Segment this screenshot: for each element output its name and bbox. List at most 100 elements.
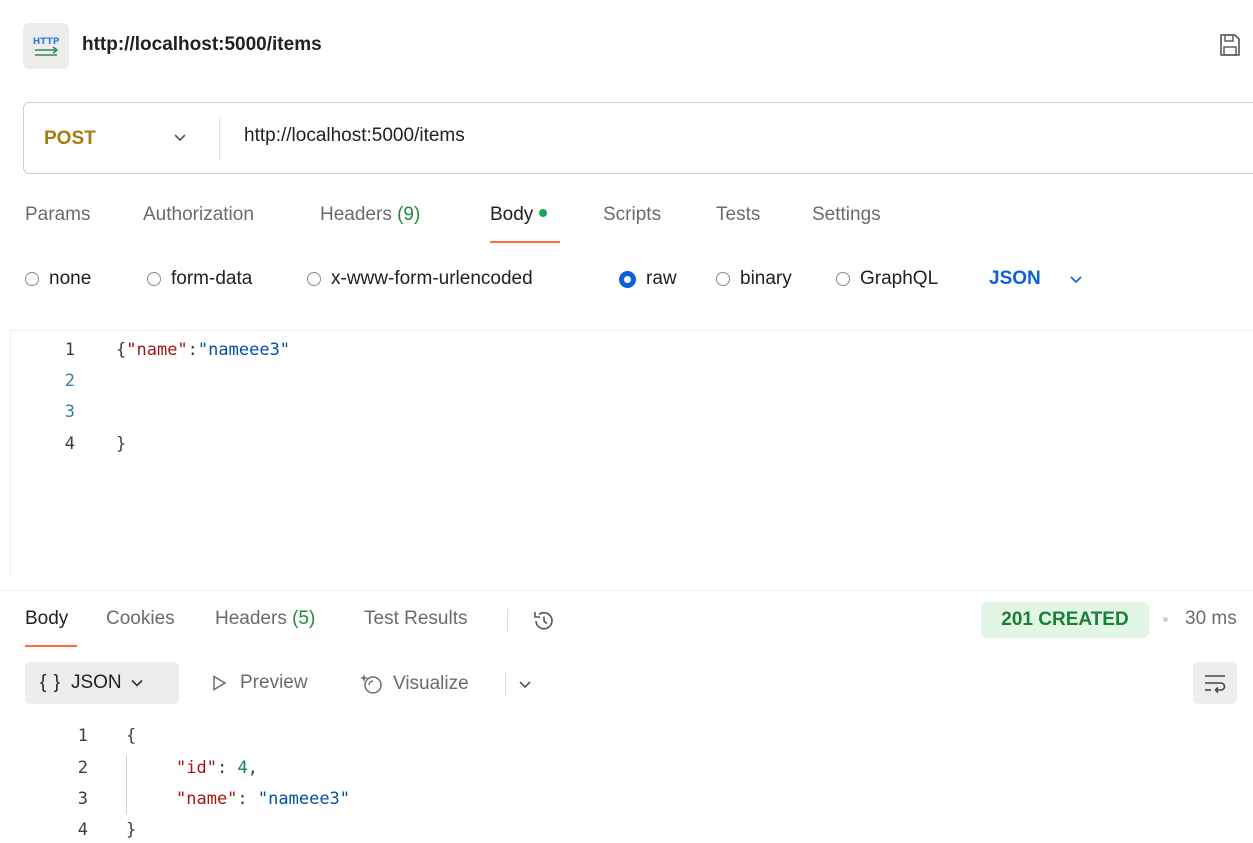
code-brace: } (116, 434, 127, 454)
tab-settings[interactable]: Settings (812, 204, 881, 226)
tab-label: Cookies (106, 608, 175, 629)
status-badge[interactable]: 201 CREATED (981, 602, 1149, 638)
tab-label: Settings (812, 204, 881, 225)
code-key: "name" (126, 340, 188, 360)
line-number: 2 (77, 758, 88, 778)
response-time[interactable]: 30 ms (1185, 608, 1237, 630)
radio-form-data[interactable]: form-data (147, 268, 252, 290)
code-key: "id" (176, 758, 217, 778)
radio-icon (147, 272, 161, 286)
chevron-down-icon[interactable] (172, 130, 188, 148)
radio-selected-icon (619, 270, 636, 288)
response-body-viewer[interactable]: 1 { 2 "id": 4, 3 "name": "nameee3" 4 } (0, 720, 1253, 843)
url-divider (219, 117, 220, 161)
tab-tests[interactable]: Tests (716, 204, 760, 226)
separator-dot (1163, 617, 1168, 622)
body-indicator-dot (539, 208, 548, 217)
divider (505, 672, 506, 696)
response-tab-body[interactable]: Body (25, 608, 68, 630)
radio-label: none (49, 268, 92, 289)
visualize-button[interactable]: Visualize (360, 672, 469, 696)
chevron-down-icon[interactable] (1068, 272, 1084, 290)
wrap-lines-icon[interactable] (1193, 662, 1237, 704)
request-body-editor[interactable]: 1 {"name":"nameee3" 2 3 4 } (0, 330, 1253, 576)
active-tab-underline (490, 241, 560, 243)
code-value: "nameee3" (197, 340, 291, 360)
radio-binary[interactable]: binary (716, 268, 792, 290)
radio-label: form-data (171, 268, 253, 289)
chevron-down-icon (131, 679, 143, 687)
line-number: 4 (64, 434, 75, 454)
tab-count: (5) (292, 608, 316, 629)
radio-graphql[interactable]: GraphQL (836, 268, 938, 290)
code-colon: : (187, 340, 198, 360)
svg-text:HTTP: HTTP (33, 37, 60, 47)
url-input[interactable] (244, 125, 1144, 147)
radio-label: binary (740, 268, 792, 289)
preview-label: Preview (240, 672, 308, 693)
radio-label: GraphQL (860, 268, 939, 289)
radio-x-www-form-urlencoded[interactable]: x-www-form-urlencoded (307, 268, 533, 290)
radio-raw[interactable]: raw (619, 268, 677, 290)
code-value: 4 (237, 758, 248, 778)
code-line: "id": 4, (176, 758, 258, 778)
tab-scripts[interactable]: Scripts (603, 204, 661, 226)
save-icon[interactable] (1219, 33, 1241, 62)
tab-authorization[interactable]: Authorization (143, 204, 254, 226)
body-format-select[interactable]: JSON (989, 268, 1041, 290)
visualize-icon (360, 674, 382, 694)
line-number: 1 (77, 726, 88, 746)
radio-icon (307, 272, 321, 286)
line-number: 2 (64, 371, 75, 391)
history-icon[interactable] (531, 608, 557, 639)
code-value: "nameee3" (257, 789, 351, 809)
tab-label: Headers (215, 608, 287, 629)
tab-params[interactable]: Params (25, 204, 90, 226)
response-format-select[interactable]: { } JSON (25, 662, 179, 704)
code-brace: } (126, 820, 137, 840)
preview-button[interactable]: Preview (210, 672, 308, 694)
play-icon (213, 675, 227, 691)
line-number: 3 (77, 789, 88, 809)
code-colon: : (237, 789, 258, 809)
tab-label: Body (490, 204, 534, 225)
tab-count: (9) (397, 204, 421, 225)
code-brace: { (116, 340, 127, 360)
response-divider[interactable] (0, 590, 1253, 591)
radio-icon (25, 272, 39, 286)
braces-icon: { } (40, 672, 61, 693)
format-label: JSON (70, 672, 122, 693)
tab-label: Scripts (603, 204, 662, 225)
tab-body[interactable]: Body (490, 204, 548, 226)
response-tab-test-results[interactable]: Test Results (364, 608, 467, 630)
code-line: {"name":"nameee3" (116, 340, 290, 360)
indent-guide (126, 756, 127, 814)
radio-icon (836, 272, 850, 286)
divider (507, 609, 508, 633)
tab-label: Test Results (364, 608, 468, 629)
tab-label: Params (25, 204, 91, 225)
tab-headers[interactable]: Headers (9) (320, 204, 420, 226)
code-brace: { (126, 726, 137, 746)
code-comma: , (247, 758, 258, 778)
radio-label: raw (646, 268, 677, 289)
code-key: "name" (176, 789, 238, 809)
response-tab-headers[interactable]: Headers (5) (215, 608, 315, 630)
code-colon: : (216, 758, 238, 778)
request-title[interactable]: http://localhost:5000/items (82, 34, 322, 56)
radio-label: x-www-form-urlencoded (331, 268, 533, 289)
active-tab-underline (25, 645, 77, 647)
http-file-icon: HTTP (23, 23, 69, 69)
code-line: "name": "nameee3" (176, 789, 350, 809)
response-tab-cookies[interactable]: Cookies (106, 608, 175, 630)
method-select[interactable]: POST (44, 128, 96, 150)
visualize-label: Visualize (393, 673, 469, 694)
tab-label: Authorization (143, 204, 254, 225)
radio-none[interactable]: none (25, 268, 91, 290)
tab-label: Headers (320, 204, 392, 225)
line-number: 1 (64, 340, 75, 360)
chevron-down-icon[interactable] (517, 678, 533, 696)
tab-label: Tests (716, 204, 761, 225)
line-number: 3 (64, 402, 75, 422)
tab-label: Body (25, 608, 69, 629)
